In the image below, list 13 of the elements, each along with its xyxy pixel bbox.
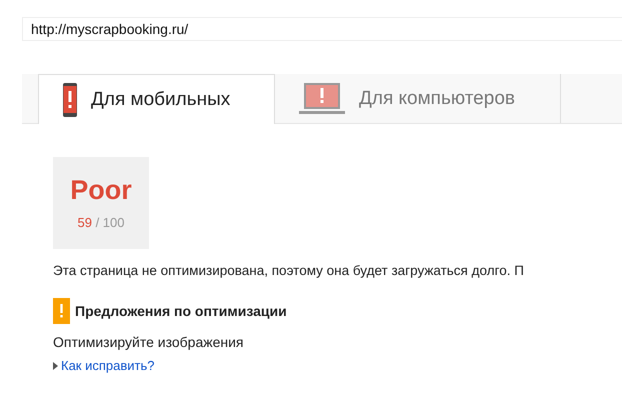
- score-rating: Poor: [70, 175, 132, 206]
- url-field[interactable]: http://myscrapbooking.ru/: [22, 17, 622, 41]
- laptop-warning-icon: [299, 82, 345, 114]
- suggestion-title: Оптимизируйте изображения: [53, 334, 245, 350]
- tab[interactable]: Для компьютеров: [275, 74, 561, 123]
- warning-icon: [53, 298, 70, 324]
- phone-warning-icon: [63, 82, 77, 116]
- expand-icon: [53, 362, 58, 370]
- summary-text: Эта страница не оптимизирована, поэтому она будет загружаться долго. П: [53, 263, 525, 278]
- score-value: 59 / 100: [78, 215, 124, 230]
- tab[interactable]: Для мобильных: [38, 74, 275, 124]
- fix-link[interactable]: Как исправить?: [53, 358, 154, 373]
- section-title: Предложения по оптимизации: [75, 303, 287, 319]
